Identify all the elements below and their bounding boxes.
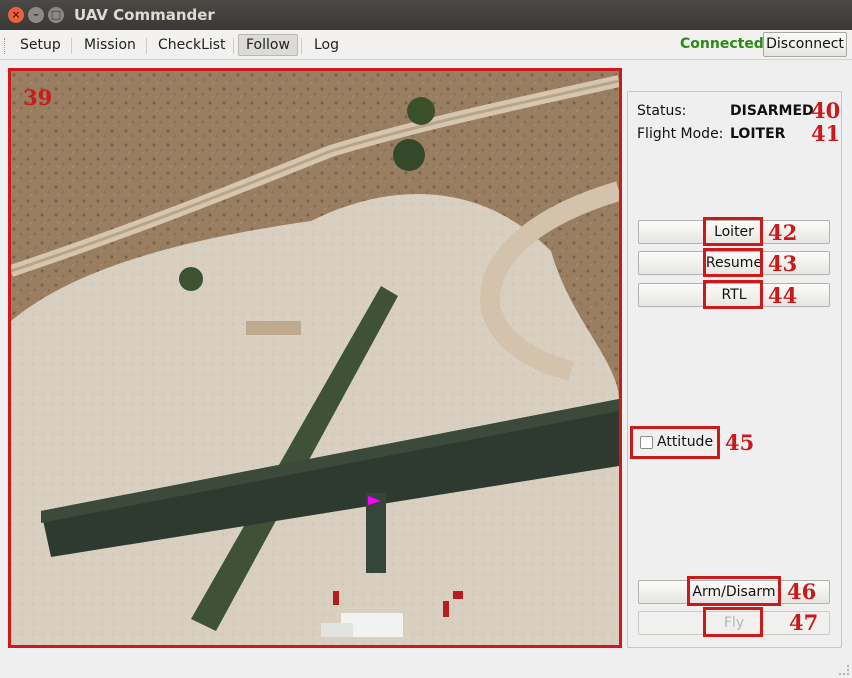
flight-mode-value: LOITER: [730, 126, 786, 142]
resume-button[interactable]: Resume: [638, 251, 830, 275]
attitude-annotation-label: 45: [725, 430, 755, 455]
tab-mission[interactable]: Mission: [76, 34, 144, 56]
window-title: UAV Commander: [74, 6, 215, 24]
tab-setup[interactable]: Setup: [12, 34, 69, 56]
tab-separator: [233, 38, 234, 54]
resume-annotation-label: 43: [768, 251, 798, 276]
toolbar-grip-icon: [4, 38, 7, 54]
minimize-icon[interactable]: –: [28, 7, 44, 23]
attitude-checkbox-box[interactable]: [640, 436, 653, 449]
tab-separator: [301, 38, 302, 54]
status-annotation-label: 40: [811, 98, 841, 123]
connection-status: Connected: [680, 36, 764, 52]
status-label: Status:: [637, 103, 687, 119]
flight-mode-label: Flight Mode:: [637, 126, 724, 142]
tab-follow[interactable]: Follow: [238, 34, 298, 56]
map-annotation-label: 39: [23, 85, 53, 110]
rtl-annotation-label: 44: [768, 283, 798, 308]
disconnect-button[interactable]: Disconnect: [763, 32, 847, 57]
close-icon[interactable]: ×: [8, 7, 24, 23]
attitude-checkbox-label: Attitude: [657, 434, 714, 450]
loiter-button[interactable]: Loiter: [638, 220, 830, 244]
toolbar: Setup Mission CheckList Follow Log Conne…: [0, 30, 852, 60]
flight-mode-annotation-label: 41: [811, 121, 841, 146]
status-value: DISARMED: [730, 103, 814, 119]
attitude-checkbox[interactable]: Attitude: [630, 426, 720, 459]
satellite-map: [11, 71, 619, 645]
rtl-button[interactable]: RTL: [638, 283, 830, 307]
loiter-annotation-label: 42: [768, 220, 798, 245]
map-view[interactable]: 39: [8, 68, 622, 648]
fly-annotation-label: 47: [789, 610, 819, 635]
resize-grip-icon[interactable]: [839, 665, 849, 675]
tab-separator: [146, 38, 147, 54]
tab-checklist[interactable]: CheckList: [150, 34, 234, 56]
title-bar: × – □ UAV Commander: [0, 0, 852, 30]
control-panel: [627, 91, 842, 648]
arm-disarm-annotation-label: 46: [787, 579, 817, 604]
tab-log[interactable]: Log: [306, 34, 347, 56]
tab-separator: [71, 38, 72, 54]
maximize-icon[interactable]: □: [48, 7, 64, 23]
